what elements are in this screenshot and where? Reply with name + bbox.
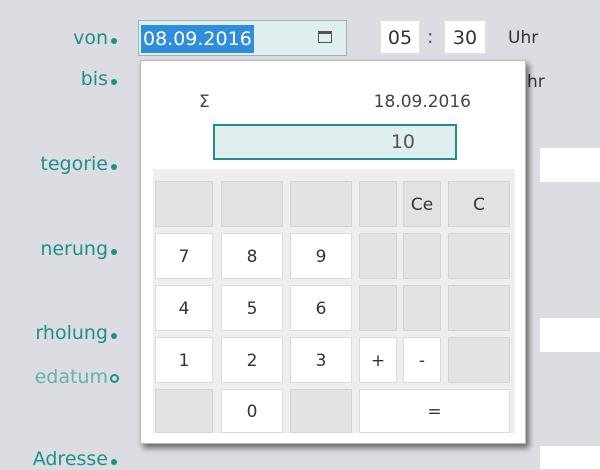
label-adresse: Adresse — [32, 448, 108, 470]
calculator-display[interactable]: 10 — [213, 124, 457, 160]
key-blank-r1c1 — [155, 181, 213, 227]
key-blank-r2c4 — [359, 233, 397, 279]
key-blank-r3c6 — [448, 285, 510, 331]
key-blank-r1c4 — [359, 181, 397, 227]
key-5[interactable]: 5 — [221, 285, 283, 331]
required-dot-adresse — [111, 459, 117, 465]
required-dot-kategorie — [111, 164, 117, 170]
key-ce[interactable]: Ce — [403, 181, 441, 227]
label-bis: bis — [80, 68, 108, 90]
required-dot-erinnerung — [111, 249, 117, 255]
required-dot-von — [111, 38, 117, 44]
key-plus[interactable]: + — [359, 337, 397, 383]
key-blank-r5c3 — [290, 389, 352, 433]
key-blank-r5c1 — [155, 389, 213, 433]
hour-input[interactable]: 05 — [380, 20, 420, 54]
optional-dot-enddatum — [110, 374, 119, 383]
key-c[interactable]: C — [448, 181, 510, 227]
label-enddatum: edatum — [34, 366, 108, 388]
label-kategorie: tegorie — [40, 153, 108, 175]
date-value-selected: 08.09.2016 — [141, 25, 254, 53]
key-8[interactable]: 8 — [221, 233, 283, 279]
key-blank-r3c5 — [403, 285, 441, 331]
key-0[interactable]: 0 — [221, 389, 283, 433]
key-1[interactable]: 1 — [155, 337, 213, 383]
key-7[interactable]: 7 — [155, 233, 213, 279]
key-blank-r3c4 — [359, 285, 397, 331]
key-4[interactable]: 4 — [155, 285, 213, 331]
key-equals[interactable]: = — [359, 389, 510, 433]
label-erinnerung: nerung — [40, 238, 108, 260]
key-2[interactable]: 2 — [221, 337, 283, 383]
uhr-label-von: Uhr — [508, 28, 539, 48]
calculator-body: Σ 18.09.2016 10 Ce C 7 8 9 4 5 6 1 2 3 +… — [153, 75, 515, 433]
label-wiederholung: rholung — [35, 322, 108, 344]
row-band-wiederholung — [540, 318, 600, 352]
sigma-icon: Σ — [199, 92, 210, 112]
uhr-label-bis-partial: hr — [527, 72, 545, 92]
key-blank-r4c6 — [448, 337, 510, 383]
required-dot-wiederholung — [111, 333, 117, 339]
key-blank-r2c5 — [403, 233, 441, 279]
minute-input[interactable]: 30 — [444, 20, 486, 54]
key-6[interactable]: 6 — [290, 285, 352, 331]
calendar-icon[interactable] — [318, 31, 332, 43]
key-blank-r1c3 — [290, 181, 352, 227]
key-blank-r1c2 — [221, 181, 283, 227]
reference-date: 18.09.2016 — [373, 92, 471, 112]
row-band-kategorie — [540, 148, 600, 182]
key-3[interactable]: 3 — [290, 337, 352, 383]
key-minus[interactable]: - — [403, 337, 441, 383]
date-input-von[interactable]: 08.09.2016 — [138, 20, 347, 56]
row-band-adresse — [540, 446, 600, 469]
key-9[interactable]: 9 — [290, 233, 352, 279]
label-von: von — [73, 27, 108, 49]
required-dot-bis — [111, 79, 117, 85]
calculator-popup: Σ 18.09.2016 10 Ce C 7 8 9 4 5 6 1 2 3 +… — [140, 60, 526, 444]
time-separator: : — [427, 26, 434, 48]
key-blank-r2c6 — [448, 233, 510, 279]
